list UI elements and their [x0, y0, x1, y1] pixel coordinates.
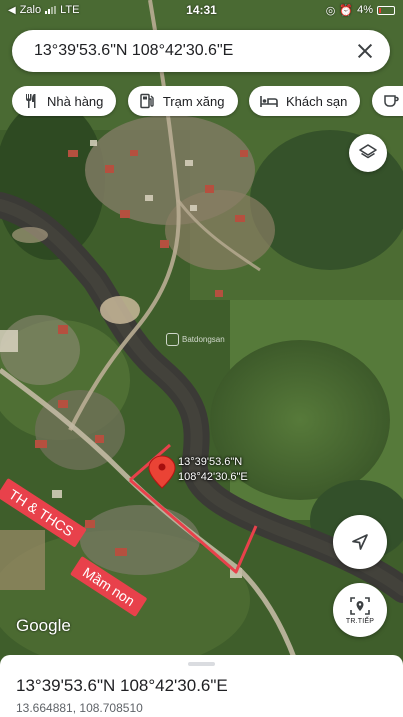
- coffee-icon: [384, 95, 399, 107]
- watermark-text: Batdongsan: [182, 335, 225, 344]
- layers-button[interactable]: [349, 134, 387, 172]
- live-view-button[interactable]: TR.TIẾP: [333, 583, 387, 637]
- pin-latitude: 13°39'53.6"N: [178, 456, 243, 468]
- live-view-label: TR.TIẾP: [345, 618, 375, 625]
- gas-station-icon: [140, 93, 154, 109]
- navigation-arrow-icon: [352, 534, 368, 550]
- google-attribution: Google: [16, 616, 71, 635]
- status-bar: ◀ Zalo LTE 14:31 ◎ ⏰ 4%: [0, 0, 403, 20]
- chip-restaurants[interactable]: Nhà hàng: [12, 86, 117, 116]
- hotel-icon: [260, 96, 278, 107]
- watermark: Batdongsan: [166, 333, 225, 346]
- place-title: 13°39'53.6"N 108°42'30.6"E: [16, 676, 228, 695]
- decimal-coordinates: 13.664881, 108.708510: [16, 701, 143, 715]
- chip-gas-stations[interactable]: Trạm xăng: [127, 86, 238, 116]
- pin-coordinates-label: 13°39'53.6"N 108°42'30.6"E: [178, 455, 248, 485]
- restaurant-icon: [26, 94, 36, 108]
- place-bottom-sheet[interactable]: 13°39'53.6"N 108°42'30.6"E 13.664881, 10…: [0, 655, 403, 717]
- chip-label: Trạm xăng: [162, 93, 225, 109]
- chip-label: Khách sạn: [285, 93, 348, 109]
- battery-icon: [377, 5, 395, 15]
- search-bar[interactable]: 13°39'53.6"N 108°42'30.6"E: [12, 30, 390, 72]
- category-chips: Nhà hàng Trạm xăng Khách sạn Q: [12, 86, 403, 118]
- close-icon[interactable]: [354, 40, 376, 62]
- pin-longitude: 108°42'30.6"E: [178, 471, 248, 483]
- search-input[interactable]: 13°39'53.6"N 108°42'30.6"E: [34, 42, 354, 60]
- my-location-button[interactable]: [333, 515, 387, 569]
- live-view-icon: [350, 597, 370, 615]
- chip-hotels[interactable]: Khách sạn: [248, 86, 361, 116]
- chip-label: Nhà hàng: [47, 93, 104, 109]
- layers-icon: [359, 144, 377, 159]
- chip-coffee[interactable]: Q: [371, 86, 403, 116]
- watermark-logo-icon: [166, 333, 179, 346]
- drag-handle[interactable]: [188, 662, 215, 666]
- clock: 14:31: [186, 3, 217, 17]
